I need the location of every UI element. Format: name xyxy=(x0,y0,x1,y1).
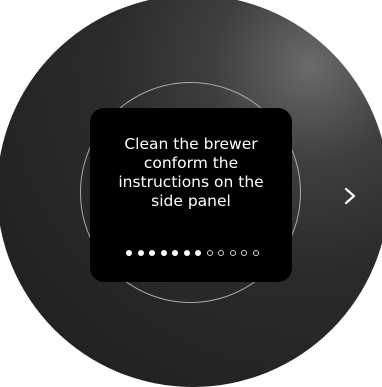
pagination-dot-filled xyxy=(160,250,167,256)
device-view: Clean the brewer conform the instruction… xyxy=(0,0,382,387)
pagination-dot-empty xyxy=(229,250,236,256)
pagination-dot-empty xyxy=(252,250,259,256)
pagination-dot-empty xyxy=(241,250,247,256)
pagination-dot-empty xyxy=(206,250,213,256)
pagination-dot-filled xyxy=(183,250,190,256)
pagination-dot-filled xyxy=(126,250,132,256)
pagination-dot-filled xyxy=(149,250,155,256)
instruction-message: Clean the brewer conform the instruction… xyxy=(118,135,264,210)
pagination-dot-filled xyxy=(172,250,178,256)
pagination-dots xyxy=(126,250,259,256)
pagination-dot-filled xyxy=(195,250,201,256)
chevron-right-icon[interactable] xyxy=(341,185,359,207)
pagination-dot-filled xyxy=(137,250,144,256)
pagination-dot-empty xyxy=(218,250,224,256)
display-screen: Clean the brewer conform the instruction… xyxy=(90,108,292,282)
